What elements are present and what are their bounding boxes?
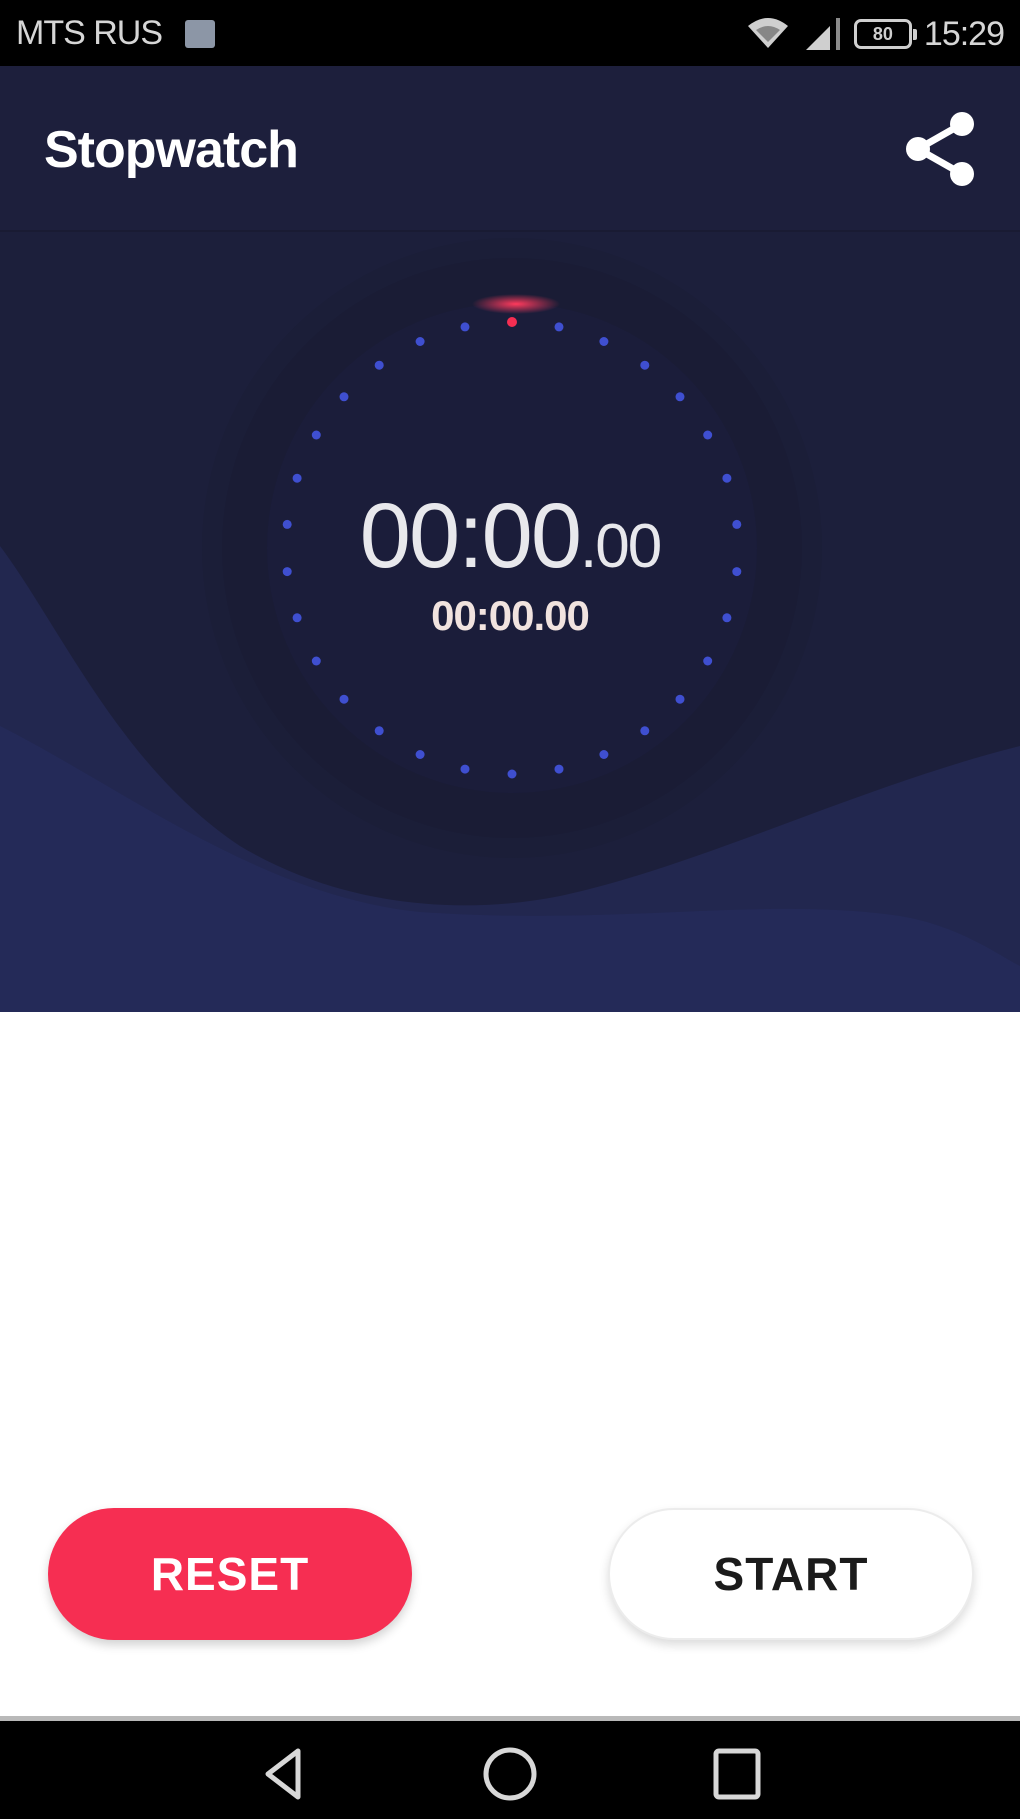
wifi-icon	[747, 18, 788, 48]
navigation-bar	[0, 1716, 1020, 1819]
dial-tick	[460, 322, 470, 332]
lap-time: 00:00.00	[431, 592, 590, 639]
recents-icon[interactable]	[702, 1739, 772, 1809]
dial-tick	[311, 656, 321, 666]
battery-level: 80	[872, 24, 893, 44]
dial-tick	[507, 769, 517, 779]
dial-tick	[703, 656, 713, 666]
status-time: 15:29	[923, 14, 1005, 53]
dial-tick	[675, 392, 685, 402]
dial-tick-active	[507, 317, 517, 327]
dial-tick	[675, 694, 685, 704]
dial-tick	[311, 430, 321, 440]
dial-tick	[374, 360, 384, 370]
dial-tick	[599, 337, 609, 346]
reset-button[interactable]: RESET	[48, 1508, 412, 1640]
dial-tick	[554, 322, 564, 332]
dial-tick	[640, 360, 650, 370]
dial-tick	[415, 337, 425, 346]
stopwatch-panel: Stopwatch 00:00.00 00:00.00	[0, 66, 1020, 1012]
start-button[interactable]: START	[608, 1508, 974, 1640]
image-notification-icon	[185, 20, 215, 48]
dial-tick	[339, 694, 349, 704]
status-bar: MTS RUS 80 15:29	[0, 0, 1020, 66]
elapsed-time-main: 00:00	[359, 485, 582, 587]
dial-tick	[339, 392, 349, 402]
signal-icon	[805, 18, 840, 50]
back-icon[interactable]	[250, 1739, 320, 1809]
dial-tick	[554, 764, 564, 774]
progress-glow	[472, 294, 560, 314]
home-icon[interactable]	[475, 1739, 545, 1809]
elapsed-time-centiseconds: .00	[580, 512, 662, 581]
elapsed-time: 00:00.00	[0, 484, 1020, 589]
dial-tick	[460, 764, 470, 774]
dial-tick	[722, 473, 732, 483]
dial-tick	[599, 750, 609, 759]
dial-tick	[640, 726, 650, 736]
dial-tick	[374, 726, 384, 736]
carrier-label: MTS RUS	[16, 14, 163, 52]
dial-tick	[703, 430, 713, 440]
battery-icon: 80	[853, 19, 917, 49]
dial-tick	[415, 750, 425, 759]
dial-tick	[292, 473, 302, 483]
